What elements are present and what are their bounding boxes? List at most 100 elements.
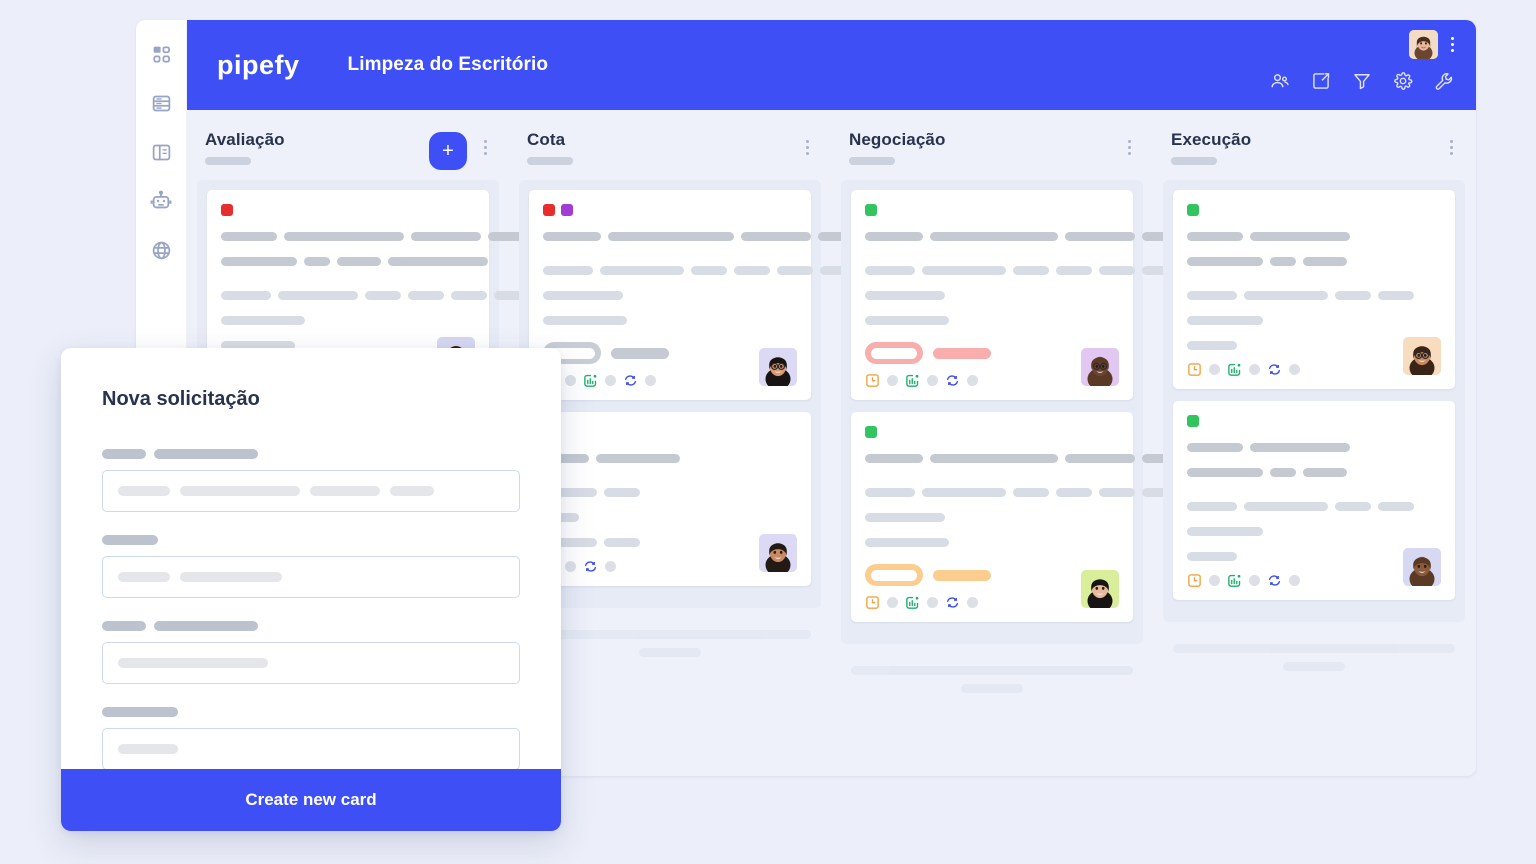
card[interactable]: [851, 190, 1188, 400]
column-menu-icon[interactable]: [1445, 140, 1457, 155]
card-sync-icon: [623, 373, 638, 388]
skeleton-bar: [529, 630, 811, 639]
layout-icon: [152, 144, 170, 160]
screenshot-root: pipefy Limpeza do Escritório Avaliação +…: [0, 0, 1536, 864]
avatar[interactable]: [1081, 348, 1119, 386]
card[interactable]: [1173, 190, 1455, 389]
field-input[interactable]: [102, 642, 520, 684]
avatar[interactable]: [759, 348, 797, 386]
members-button[interactable]: [1270, 71, 1290, 91]
avatar-photo: [759, 348, 797, 386]
toolbar-icons: [1270, 71, 1454, 91]
tools-button[interactable]: [1434, 71, 1454, 91]
skeleton-bar: [365, 291, 401, 301]
column-count-skeleton: [205, 157, 251, 165]
column-menu-icon[interactable]: [1123, 140, 1135, 155]
skeleton-row: [865, 509, 1119, 527]
skeleton-bar: [1056, 488, 1092, 498]
more-options-icon[interactable]: [1446, 37, 1458, 52]
card-checklist-icon: [583, 373, 598, 388]
avatar[interactable]: [1403, 337, 1441, 375]
skeleton-row: [543, 450, 797, 468]
skeleton-row: [543, 509, 797, 527]
skeleton-row: [1187, 464, 1441, 482]
avatar[interactable]: [759, 534, 797, 572]
card-checklist-icon: [905, 595, 920, 610]
skeleton-row: [865, 228, 1188, 246]
skeleton-bar: [1187, 232, 1243, 242]
card-clock-icon: [865, 373, 880, 388]
skeleton-bar: [388, 257, 488, 267]
field-input[interactable]: [102, 470, 520, 512]
board-column: Negociação: [831, 124, 1188, 776]
skeleton-bar: [451, 291, 487, 301]
avatar[interactable]: [1403, 548, 1441, 586]
column-title-wrap: Execução: [1171, 130, 1445, 165]
skeleton-bar: [1187, 527, 1263, 537]
card-pill-bar: [933, 569, 991, 581]
skeleton-bar: [1303, 257, 1347, 267]
card-tags: [1187, 415, 1441, 427]
card[interactable]: [529, 190, 864, 400]
column-count-skeleton: [527, 157, 573, 165]
modal-title: Nova solicitação: [102, 388, 260, 410]
skeleton-bar: [1270, 257, 1296, 267]
column-menu-icon[interactable]: [479, 140, 491, 155]
field-input[interactable]: [102, 728, 520, 769]
skeleton-bar: [865, 291, 945, 301]
card[interactable]: [529, 412, 811, 586]
card-tag: [865, 426, 877, 438]
sidebar-item-automation[interactable]: [149, 189, 173, 213]
pipefy-logo[interactable]: pipefy: [217, 51, 300, 79]
settings-button[interactable]: [1393, 71, 1413, 91]
field-label-skeleton: [102, 707, 520, 717]
skeleton-bar: [221, 232, 277, 242]
card-clock-icon: [1187, 362, 1202, 377]
skeleton-row: [543, 484, 797, 502]
card-tag: [865, 204, 877, 216]
sidebar-item-public[interactable]: [149, 238, 173, 262]
card[interactable]: [851, 412, 1188, 622]
field-input[interactable]: [102, 556, 520, 598]
import-button[interactable]: [1311, 71, 1331, 91]
add-card-button[interactable]: +: [429, 132, 467, 170]
skeleton-bar: [102, 449, 146, 459]
skeleton-bar: [543, 232, 601, 242]
card[interactable]: [1173, 401, 1455, 600]
sidebar-item-database[interactable]: [149, 91, 173, 115]
skeleton-row: [865, 287, 1119, 305]
clock-icon: [1188, 574, 1201, 587]
sidebar-item-portal[interactable]: [149, 140, 173, 164]
avatar-photo: [1403, 548, 1441, 586]
card-tag: [561, 204, 573, 216]
skeleton-row: [543, 312, 797, 330]
card-tags: [865, 204, 1119, 216]
checklist-icon: [1228, 363, 1241, 376]
field-label-skeleton: [102, 621, 520, 631]
column-cards: [519, 180, 864, 608]
skeleton-bar: [604, 488, 640, 498]
avatar[interactable]: [1081, 570, 1119, 608]
column-cards: [1163, 180, 1465, 622]
skeleton-row: [865, 312, 1119, 330]
column-menu-icon[interactable]: [801, 140, 813, 155]
card-meta-dot: [1249, 364, 1260, 375]
sidebar-item-dashboard[interactable]: [149, 42, 173, 66]
filter-button[interactable]: [1352, 71, 1372, 91]
card-meta-dot: [1289, 575, 1300, 586]
skeleton-bar: [1187, 341, 1237, 351]
card-meta-dot: [1209, 575, 1220, 586]
skeleton-bar: [118, 572, 170, 582]
card-meta-dot: [1289, 364, 1300, 375]
card-tags: [543, 426, 797, 438]
avatar[interactable]: [1409, 30, 1438, 59]
skeleton-bar: [118, 744, 178, 754]
skeleton-bar: [608, 232, 734, 242]
avatar-photo: [1081, 570, 1119, 608]
skeleton-row: [543, 262, 864, 280]
create-new-card-button[interactable]: Create new card: [61, 769, 561, 831]
skeleton-bar: [596, 454, 680, 464]
form-field: [102, 535, 520, 598]
